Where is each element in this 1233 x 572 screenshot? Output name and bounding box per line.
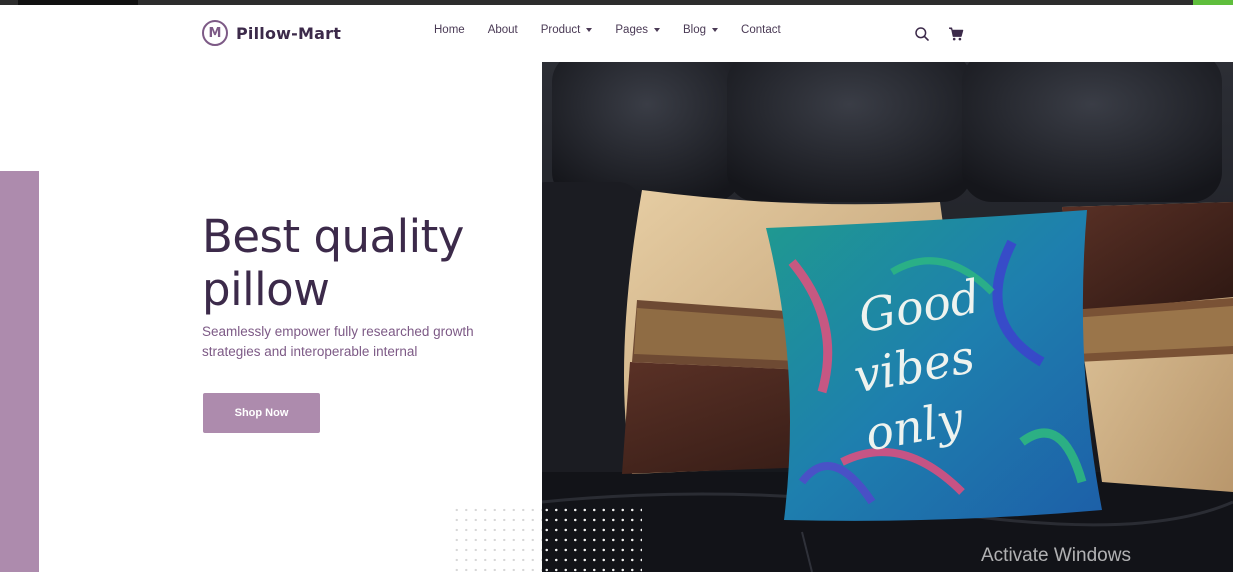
site-header: M Pillow-Mart Home About Product Pages B… (0, 5, 1233, 62)
search-button[interactable] (914, 26, 930, 42)
cart-icon (949, 27, 964, 41)
shop-now-button[interactable]: Shop Now (203, 393, 320, 433)
logo-icon: M (202, 20, 228, 46)
decorative-side-bar (0, 171, 39, 572)
hero-title: Best quality pillow (202, 210, 464, 316)
nav-product[interactable]: Product (541, 24, 593, 36)
nav-pages[interactable]: Pages (615, 24, 660, 36)
chevron-down-icon (654, 28, 660, 32)
nav-contact[interactable]: Contact (741, 24, 781, 36)
cart-button[interactable] (948, 26, 964, 42)
brand-logo[interactable]: M Pillow-Mart (202, 20, 341, 46)
main-nav: Home About Product Pages Blog Contact (434, 24, 804, 36)
hero-description: Seamlessly empower fully researched grow… (202, 324, 474, 359)
search-icon (915, 27, 929, 41)
nav-about[interactable]: About (488, 24, 518, 36)
decorative-dot-grid (542, 505, 642, 572)
sofa-pillows-image: Good vibes only (542, 62, 1233, 572)
chevron-down-icon (712, 28, 719, 32)
hero-image: Good vibes only (542, 62, 1233, 572)
brand-name: Pillow-Mart (236, 23, 342, 43)
activation-watermark: Activate Windows (981, 545, 1131, 566)
nav-home[interactable]: Home (434, 24, 465, 36)
nav-blog[interactable]: Blog (683, 24, 719, 36)
chevron-down-icon (586, 28, 593, 32)
